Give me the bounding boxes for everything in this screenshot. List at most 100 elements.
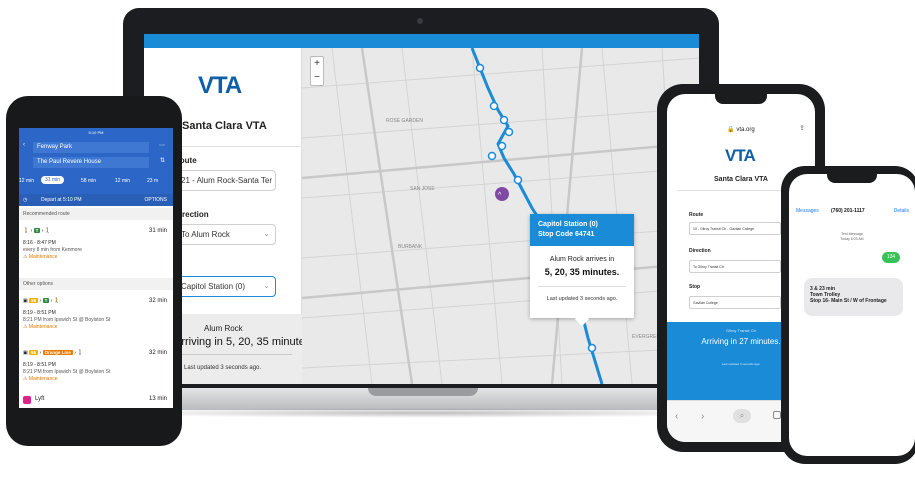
- route-steps: 🚶 › T › 🚶: [23, 228, 52, 234]
- tabs-icon[interactable]: [773, 411, 781, 419]
- to-field[interactable]: The Paul Revere House: [33, 157, 149, 168]
- route-label: Route: [689, 212, 704, 218]
- mode-drive[interactable]: 12 min: [19, 178, 34, 184]
- maintenance-alert: ⚠ Maintenance: [23, 324, 58, 330]
- from-field[interactable]: Fenway Park: [33, 142, 149, 153]
- mode-transit[interactable]: 31 min: [41, 176, 65, 184]
- options-button[interactable]: OPTIONS: [144, 197, 167, 203]
- clock-icon: ◷: [23, 197, 28, 203]
- laptop-screen: VTA Santa Clara VTA Route 21 - Alum Rock…: [144, 34, 699, 384]
- route-duration: 32 min: [148, 350, 167, 356]
- popup-last-updated: Last updated 3 seconds ago.: [546, 296, 618, 302]
- vta-logo: VTA: [725, 146, 756, 165]
- back-icon[interactable]: ‹: [675, 411, 678, 422]
- message-timestamp: Today 6:03 AM: [840, 237, 864, 241]
- maintenance-label: Maintenance: [28, 324, 58, 330]
- zoom-out-button[interactable]: −: [311, 71, 323, 85]
- direction-select[interactable]: To Alum Rock ⌄: [174, 224, 276, 245]
- contact-number: (760) 201-1117: [831, 208, 865, 214]
- route-steps: ▣ 55 › T › 🚶: [23, 298, 61, 304]
- swap-icon[interactable]: ⇅: [160, 157, 165, 164]
- route-option-1[interactable]: ▣ 55 › T › 🚶 32 min 8:19 - 8:51 PM 8:21 …: [19, 292, 173, 336]
- devices-showcase: VTA Santa Clara VTA Route 21 - Alum Rock…: [0, 0, 915, 479]
- mode-walk[interactable]: 58 min: [81, 178, 96, 184]
- depart-time[interactable]: Depart at 5:10 PM: [41, 197, 82, 203]
- android-screen: 5:10 PM ‹ Fenway Park ⋯ The Paul Revere …: [19, 128, 173, 408]
- forward-icon[interactable]: ›: [701, 411, 704, 422]
- web-topbar: [144, 34, 699, 48]
- arrival-divider: [174, 354, 292, 355]
- iphone-messages-screen: Messages (760) 201-1117 Details Text Mes…: [789, 174, 915, 456]
- mode-rideshare[interactable]: 12 min: [115, 178, 130, 184]
- web-brand-title: Santa Clara VTA: [182, 120, 267, 132]
- back-arrow-icon[interactable]: ‹: [23, 142, 25, 148]
- bus-pill: 55: [29, 350, 39, 355]
- direction-select[interactable]: To Gilroy Transit Ctr: [689, 260, 781, 273]
- message-meta: Text Message Today 6:03 AM: [789, 232, 915, 242]
- route-departure: 8:21 PM from Ipswich St @ Boylston St: [23, 369, 111, 375]
- route-duration: 32 min: [148, 298, 167, 304]
- iphone-notch: [827, 174, 877, 183]
- stop-select-value: Capitol Station (0): [181, 282, 246, 291]
- url-bar[interactable]: 🔒 vta.org: [667, 126, 815, 133]
- map-zoom-controls: + −: [310, 56, 324, 86]
- other-options-header: Other options: [19, 278, 173, 290]
- route-steps: ▣ 55 › Orange Line › 🚶: [23, 350, 84, 356]
- zoom-in-button[interactable]: +: [311, 57, 323, 71]
- maintenance-alert: ⚠ Maintenance: [23, 376, 58, 382]
- maintenance-alert: ⚠ Maintenance: [23, 254, 58, 260]
- route-option-recommended[interactable]: 🚶 › T › 🚶 31 min 8:16 - 8:47 PM every 8 …: [19, 222, 173, 270]
- popup-header: Capitol Station (0) Stop Code 64741: [530, 214, 634, 246]
- lyft-label: Lyft: [35, 396, 45, 402]
- details-button[interactable]: Details: [894, 208, 909, 214]
- lyft-icon: [23, 396, 31, 404]
- bus-pill: 55: [29, 298, 39, 303]
- route-time-range: 8:19 - 8:51 PM: [23, 362, 56, 368]
- route-frequency: every 8 min from Kenmore: [23, 247, 82, 253]
- route-select[interactable]: 10 - Gilroy Transit Ctr - Gavilan Colleg…: [689, 222, 781, 235]
- map-label: SAN JOSE: [410, 186, 435, 192]
- route-time-range: 8:16 - 8:47 PM: [23, 240, 56, 246]
- reply-line: Stop 16- Main St / W of Frontage: [810, 298, 887, 304]
- laptop-camera: [417, 18, 423, 24]
- back-to-messages[interactable]: Messages: [796, 208, 819, 214]
- route-select[interactable]: 21 - Alum Rock-Santa Ter ⌄: [174, 170, 276, 191]
- search-icon[interactable]: ⌕: [733, 409, 751, 423]
- stop-select[interactable]: Gavilan College: [689, 296, 781, 309]
- direction-label: Direction: [689, 248, 711, 254]
- url-text: vta.org: [736, 127, 755, 133]
- stop-select[interactable]: Capitol Station (0) ⌄: [174, 276, 276, 297]
- iphone-notch: [715, 94, 767, 104]
- map-canvas: ^ ROSE GARDEN SAN JOSE BURBANK EVERGREEN: [302, 48, 699, 384]
- more-icon[interactable]: ⋯: [159, 142, 165, 149]
- route-departure: 8:21 PM from Ipswich St @ Boylston St: [23, 317, 111, 323]
- sent-message-bubble: 134: [882, 252, 900, 263]
- status-bar-time: 5:10 PM: [88, 130, 104, 135]
- chevron-down-icon: ⌄: [263, 281, 270, 290]
- stop-popup: Capitol Station (0) Stop Code 64741 Alum…: [530, 214, 634, 327]
- route-map[interactable]: ^ ROSE GARDEN SAN JOSE BURBANK EVERGREEN…: [302, 48, 699, 384]
- share-icon[interactable]: ⇪: [799, 124, 805, 132]
- recommended-header: Recommended route: [19, 208, 173, 220]
- mode-bike[interactable]: 23 m: [147, 178, 158, 184]
- received-message-bubble: 3 & 23 min Town Trolley Stop 16- Main St…: [804, 278, 903, 316]
- chevron-down-icon: ⌄: [263, 229, 270, 238]
- route-select-value: 21 - Alum Rock-Santa Ter: [181, 176, 273, 185]
- popup-arrives-label: Alum Rock arrives in: [549, 256, 615, 263]
- route-option-2[interactable]: ▣ 55 › Orange Line › 🚶 32 min 8:19 - 8:5…: [19, 344, 173, 388]
- lyft-duration: 13 min: [148, 396, 167, 402]
- lyft-option[interactable]: Lyft 13 min: [19, 392, 173, 408]
- route-duration: 31 min: [148, 228, 167, 234]
- trip-planner-header: 5:10 PM ‹ Fenway Park ⋯ The Paul Revere …: [19, 128, 173, 206]
- depart-bar: ◷ Depart at 5:10 PM OPTIONS: [19, 194, 173, 206]
- map-label: ROSE GARDEN: [386, 118, 423, 124]
- popup-stop-code: Stop Code 64741: [538, 231, 595, 238]
- map-label: BURBANK: [398, 244, 423, 250]
- laptop-opening-notch: [368, 388, 478, 396]
- arrival-minutes: Arriving in 5, 20, 35 minutes.: [174, 336, 314, 348]
- orange-line-pill: Orange Line: [42, 350, 73, 355]
- popup-arrival-minutes: 5, 20, 35 minutes.: [544, 267, 620, 277]
- direction-select-value: To Alum Rock: [181, 230, 230, 239]
- stop-label: Stop: [689, 284, 701, 290]
- arrival-stop-name: Alum Rock: [204, 324, 243, 333]
